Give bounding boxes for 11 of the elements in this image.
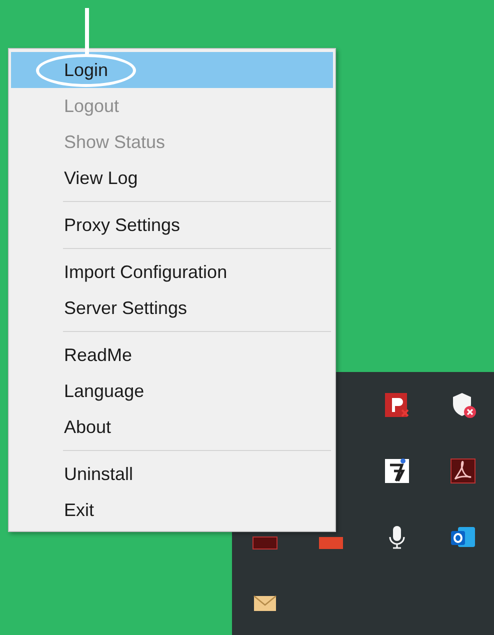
- menu-item[interactable]: Uninstall: [11, 456, 333, 492]
- menu-item[interactable]: ReadMe: [11, 337, 333, 373]
- menu-item[interactable]: Language: [11, 373, 333, 409]
- menu-item[interactable]: About: [11, 409, 333, 445]
- menu-item[interactable]: Login: [11, 52, 333, 88]
- menu-item[interactable]: View Log: [11, 160, 333, 196]
- menu-item[interactable]: Proxy Settings: [11, 207, 333, 243]
- app-icon[interactable]: [383, 391, 411, 419]
- menu-item[interactable]: Server Settings: [11, 290, 333, 326]
- menu-item[interactable]: Import Configuration: [11, 254, 333, 290]
- menu-item[interactable]: Exit: [11, 492, 333, 528]
